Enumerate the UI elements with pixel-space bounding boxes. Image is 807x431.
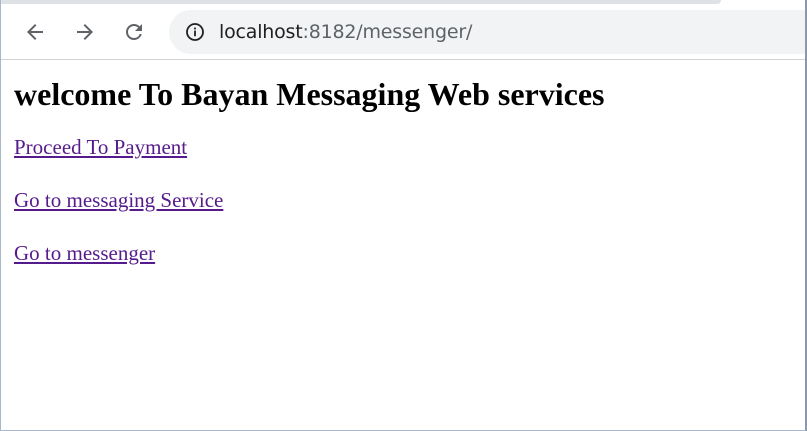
page-content: welcome To Bayan Messaging Web services … (1, 75, 805, 272)
link-item-messenger: Go to messenger (14, 234, 805, 272)
back-button[interactable] (19, 16, 51, 48)
page-title: welcome To Bayan Messaging Web services (14, 76, 605, 112)
back-arrow-icon (27, 24, 43, 40)
browser-window: localhost:8182/messenger/ welcome To Bay… (0, 0, 807, 431)
tab-strip-edge (1, 0, 721, 4)
reload-icon (126, 24, 142, 40)
url-host: localhost (219, 21, 303, 43)
link-item-messaging-service: Go to messaging Service (14, 181, 805, 219)
messaging-service-link[interactable]: Go to messaging Service (14, 188, 223, 212)
info-icon[interactable] (185, 22, 205, 42)
link-item-payment: Proceed To Payment (14, 128, 805, 166)
messenger-link[interactable]: Go to messenger (14, 241, 155, 265)
url-path: :8182/messenger/ (302, 21, 473, 43)
url-text[interactable]: localhost:8182/messenger/ (219, 21, 472, 43)
proceed-to-payment-link[interactable]: Proceed To Payment (14, 135, 187, 159)
reload-button[interactable] (118, 16, 150, 48)
forward-button[interactable] (69, 16, 101, 48)
browser-toolbar: localhost:8182/messenger/ (1, 0, 805, 60)
forward-arrow-icon (77, 24, 93, 40)
address-bar[interactable]: localhost:8182/messenger/ (169, 10, 805, 54)
